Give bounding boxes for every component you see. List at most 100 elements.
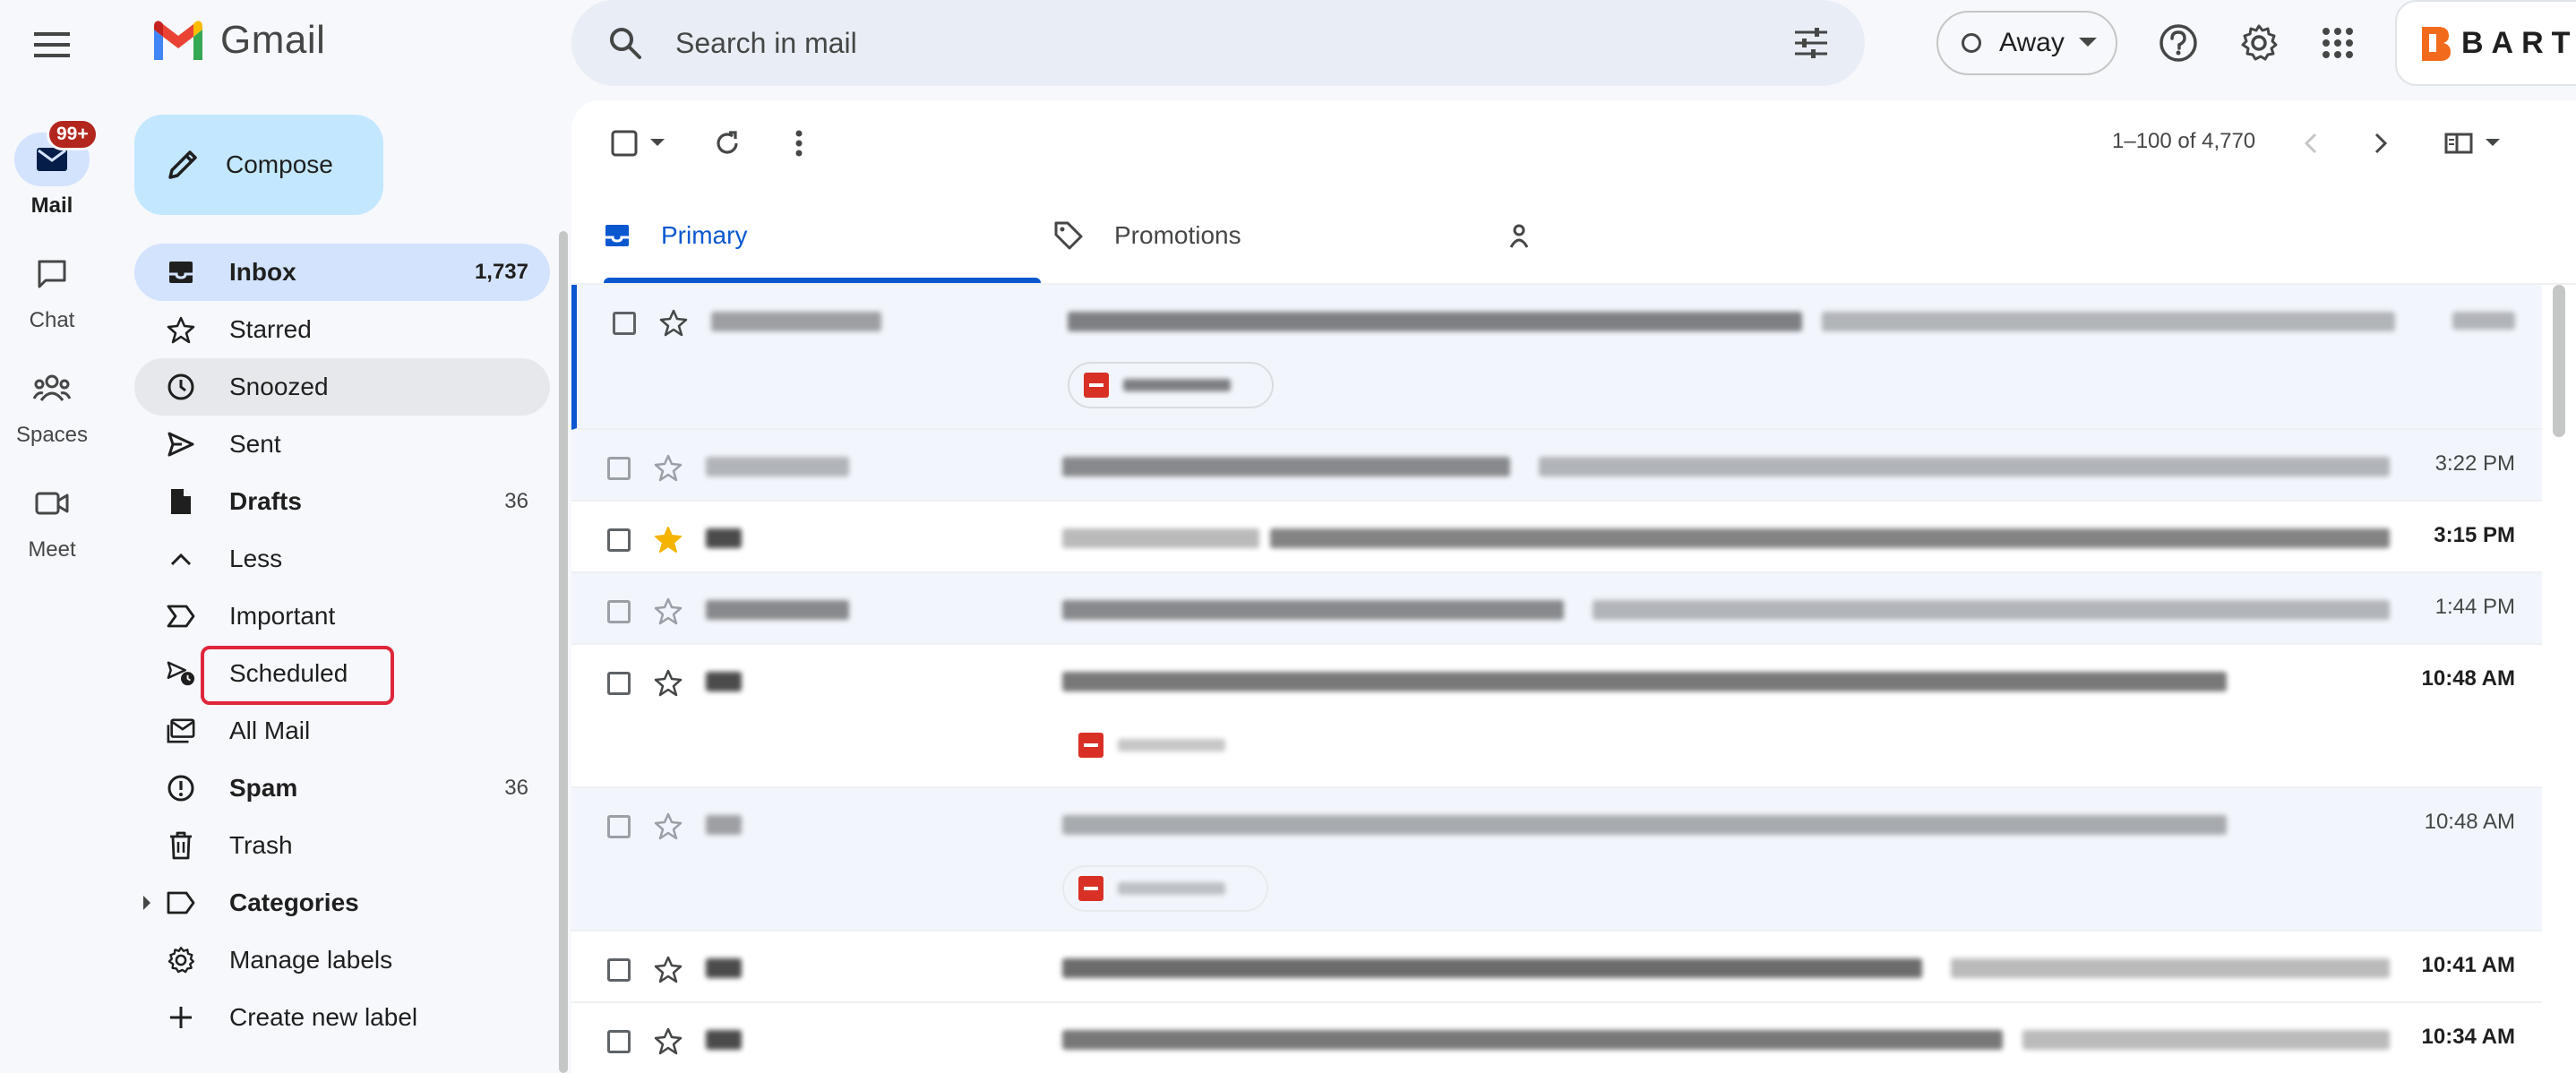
rail-item-meet[interactable]: Meet (0, 476, 104, 562)
star-outline-icon[interactable] (654, 597, 683, 625)
main-menu-button[interactable] (27, 20, 77, 70)
rail-item-mail[interactable]: 99+ Mail (0, 118, 104, 219)
attachment-chip[interactable] (1062, 865, 1268, 912)
redacted-snippet (2022, 1030, 2390, 1050)
search-input[interactable] (675, 26, 1793, 60)
draft-count: 36 (504, 489, 528, 513)
checkbox-icon (611, 130, 638, 157)
video-camera-icon (35, 492, 69, 515)
star-outline-icon[interactable] (654, 811, 683, 840)
table-row[interactable]: 3:22 PM (571, 430, 2542, 502)
redacted-subject (1062, 528, 1259, 548)
table-row[interactable]: 10:48 AM (571, 645, 2542, 788)
nav-label: Snoozed (229, 373, 329, 400)
gmail-logo[interactable]: Gmail (150, 18, 325, 63)
split-pane-icon (2444, 133, 2473, 154)
row-time: 10:48 AM (2421, 666, 2515, 691)
tab-social[interactable] (1508, 186, 1539, 285)
row-time: 1:44 PM (2434, 595, 2515, 619)
star-outline-icon[interactable] (654, 668, 683, 697)
table-row[interactable]: 10:41 AM (571, 931, 2542, 1003)
nav-item-spam[interactable]: Spam 36 (134, 760, 550, 817)
tab-primary[interactable]: Primary (604, 186, 747, 285)
search-bar[interactable] (571, 0, 1865, 86)
row-checkbox[interactable] (613, 312, 636, 335)
attachment-chip[interactable] (1068, 362, 1274, 408)
status-selector[interactable]: Away (1936, 11, 2117, 75)
select-all-checkbox[interactable] (604, 122, 672, 165)
plus-icon (170, 1007, 192, 1028)
chat-pill[interactable] (14, 247, 90, 301)
nav-label: All Mail (229, 717, 311, 744)
older-page-button[interactable] (2363, 122, 2399, 165)
row-checkbox[interactable] (607, 528, 631, 552)
row-checkbox[interactable] (607, 958, 631, 982)
nav-label: Scheduled (229, 659, 348, 687)
compose-label: Compose (226, 150, 333, 178)
list-scrollbar[interactable] (2553, 285, 2565, 437)
nav-item-inbox[interactable]: Inbox 1,737 (134, 244, 550, 301)
rail-item-chat[interactable]: Chat (0, 247, 104, 333)
rail-label: Meet (28, 537, 76, 562)
more-options-button[interactable] (777, 122, 820, 165)
compose-button[interactable]: Compose (134, 115, 383, 215)
spaces-pill[interactable] (14, 362, 90, 416)
newer-page-button[interactable] (2293, 122, 2329, 165)
nav-item-snoozed[interactable]: Snoozed (134, 358, 550, 416)
row-checkbox[interactable] (607, 815, 631, 838)
row-checkbox[interactable] (607, 600, 631, 623)
nav-item-trash[interactable]: Trash (134, 817, 550, 874)
redacted-snippet (1822, 312, 2395, 331)
rail-item-spaces[interactable]: Spaces (0, 362, 104, 448)
rail-label: Spaces (15, 423, 89, 447)
nav-item-all-mail[interactable]: All Mail (134, 702, 550, 760)
table-row[interactable]: 10:34 AM (571, 1003, 2542, 1073)
nav-item-create-label[interactable]: Create new label (134, 989, 550, 1046)
nav-item-important[interactable]: Important (134, 588, 550, 645)
nav-item-scheduled[interactable]: Scheduled (134, 645, 550, 702)
redacted-attachment-name (1118, 739, 1225, 751)
account-button[interactable]: BART (2395, 0, 2576, 86)
star-filled-icon[interactable] (654, 525, 683, 554)
nav-item-categories[interactable]: Categories (134, 874, 550, 931)
refresh-button[interactable] (706, 122, 749, 165)
row-checkbox[interactable] (607, 672, 631, 695)
nav-item-sent[interactable]: Sent (134, 416, 550, 473)
star-outline-icon[interactable] (659, 308, 688, 337)
support-button[interactable] (2153, 18, 2203, 68)
meet-pill[interactable] (14, 476, 90, 530)
redacted-sender (706, 815, 742, 835)
attachment-chip[interactable] (1062, 722, 1268, 768)
star-outline-icon[interactable] (654, 453, 683, 482)
redacted-snippet (1270, 528, 2390, 548)
mail-pill[interactable]: 99+ (14, 118, 99, 186)
nav-item-starred[interactable]: Starred (134, 301, 550, 358)
apps-button[interactable] (2313, 18, 2363, 68)
star-outline-icon[interactable] (654, 1026, 683, 1055)
split-pane-toggle[interactable] (2436, 122, 2508, 165)
tag-icon (1054, 221, 1083, 250)
spam-report-icon (167, 775, 194, 802)
settings-button[interactable] (2234, 18, 2284, 68)
table-row[interactable]: 3:15 PM (571, 502, 2542, 573)
redacted-snippet (1593, 600, 2390, 620)
nav-item-drafts[interactable]: Drafts 36 (134, 473, 550, 530)
rail-label: Mail (30, 193, 73, 218)
redacted-sender (706, 1030, 742, 1050)
important-label-icon (167, 605, 195, 628)
row-checkbox[interactable] (607, 457, 631, 480)
table-row[interactable] (571, 285, 2542, 430)
redacted-sender (706, 672, 742, 691)
pencil-icon (168, 150, 197, 179)
row-checkbox[interactable] (607, 1030, 631, 1053)
table-row[interactable]: 10:48 AM (571, 788, 2542, 931)
nav-item-less[interactable]: Less (134, 530, 550, 588)
tab-promotions[interactable]: Promotions (1053, 186, 1241, 285)
nav-item-manage-labels[interactable]: Manage labels (134, 931, 550, 989)
star-outline-icon[interactable] (654, 955, 683, 983)
nav-label: Sent (229, 430, 281, 458)
sidebar-scrollbar[interactable] (559, 231, 568, 1073)
table-row[interactable]: 1:44 PM (571, 573, 2542, 645)
caret-down-icon (2486, 139, 2500, 146)
tab-label: Promotions (1114, 221, 1241, 249)
